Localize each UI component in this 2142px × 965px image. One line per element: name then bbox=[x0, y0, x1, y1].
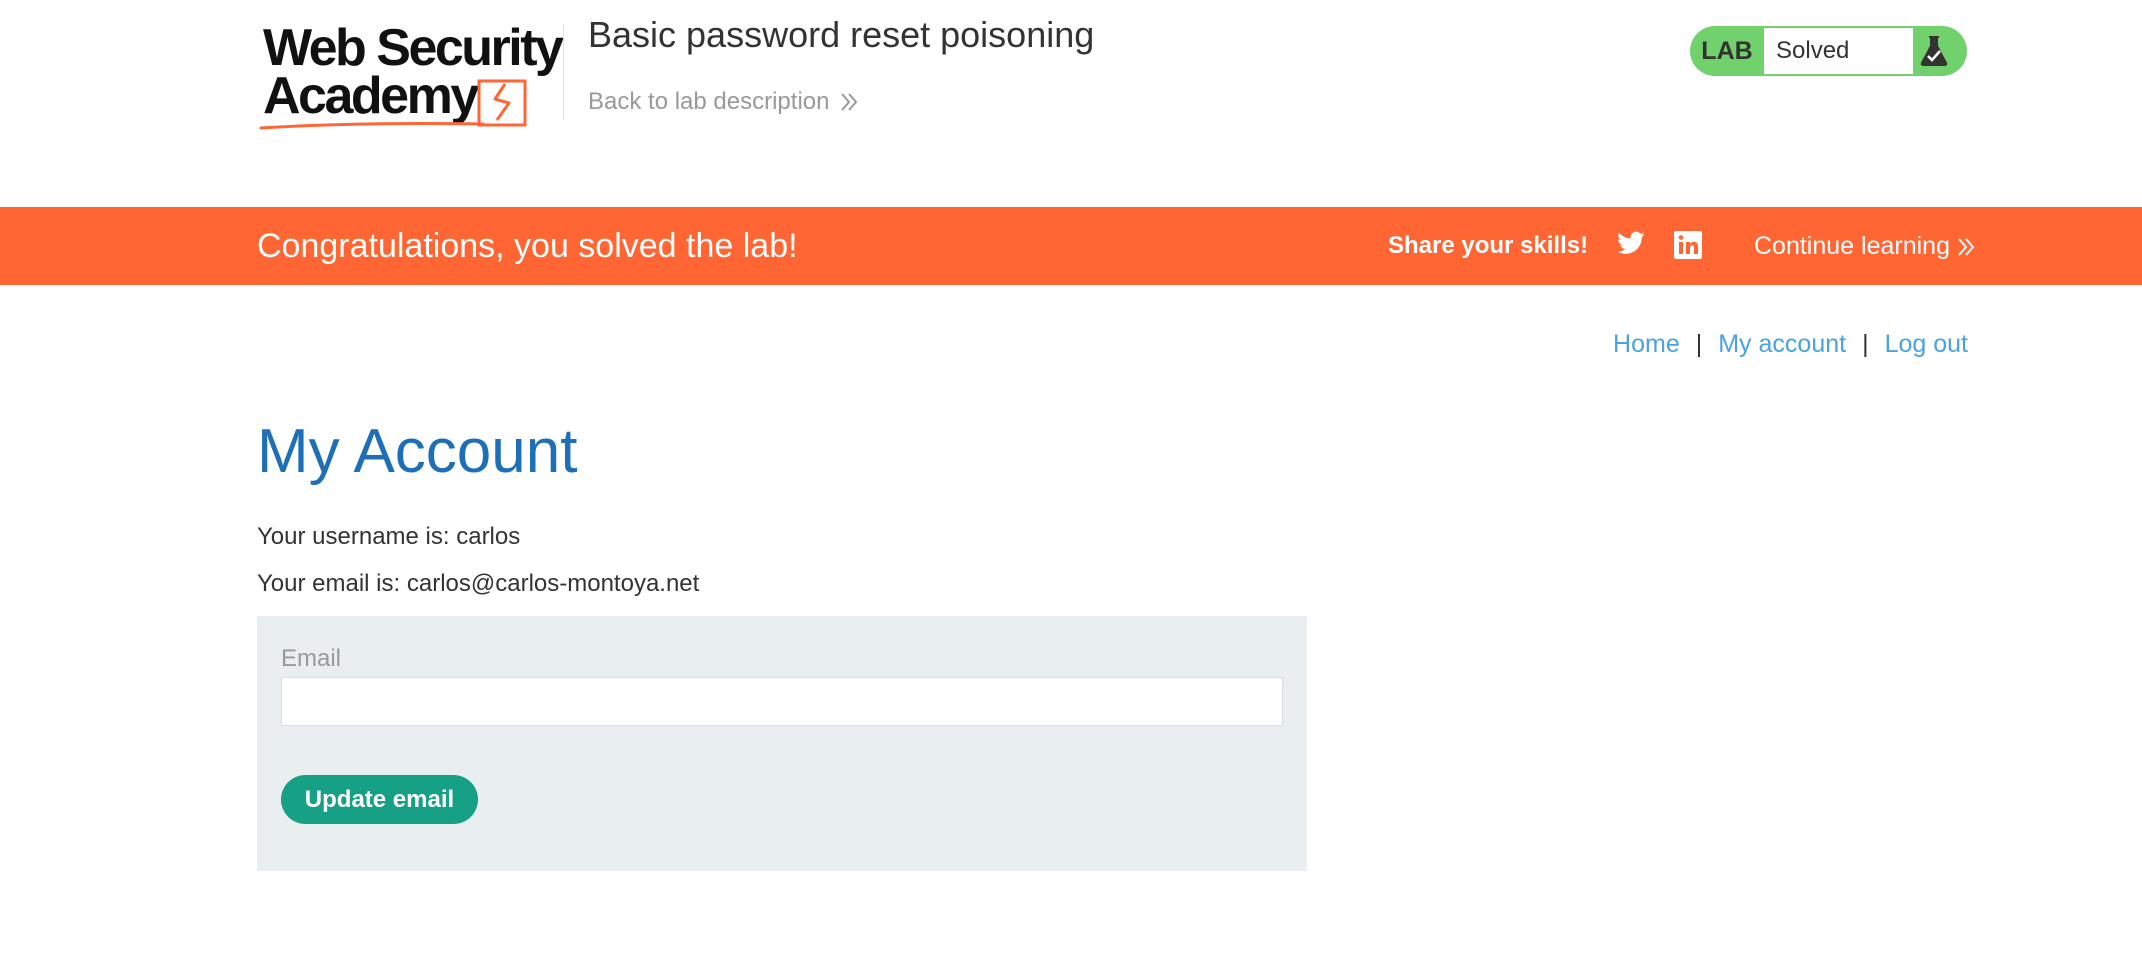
logo-bolt-icon bbox=[259, 79, 527, 130]
nav-home-link[interactable]: Home bbox=[1613, 330, 1680, 359]
email-label: Email bbox=[281, 645, 342, 672]
twitter-icon[interactable] bbox=[1616, 231, 1646, 259]
back-to-lab-description-link[interactable]: Back to lab description bbox=[588, 88, 859, 116]
header-divider bbox=[563, 24, 564, 120]
lab-badge-label: LAB bbox=[1701, 36, 1753, 65]
web-security-academy-logo[interactable]: Web Security Academy bbox=[257, 22, 564, 136]
username-text: Your username is: carlos bbox=[257, 523, 521, 550]
lab-status-badge: LAB Solved bbox=[1690, 26, 1967, 76]
linkedin-icon[interactable] bbox=[1674, 231, 1702, 259]
share-skills-label: Share your skills! bbox=[1388, 232, 1589, 259]
flask-icon bbox=[1920, 36, 1948, 66]
nav-log-out-link[interactable]: Log out bbox=[1885, 330, 1968, 359]
update-email-form: Email Update email bbox=[257, 616, 1307, 871]
email-input[interactable] bbox=[281, 677, 1283, 726]
back-link-label: Back to lab description bbox=[588, 88, 830, 115]
solved-banner: Congratulations, you solved the lab! Sha… bbox=[0, 207, 2142, 285]
email-text: Your email is: carlos@carlos-montoya.net bbox=[257, 570, 700, 597]
update-email-button[interactable]: Update email bbox=[281, 775, 478, 824]
top-nav: Home | My account | Log out bbox=[1613, 330, 1968, 359]
continue-learning-label: Continue learning bbox=[1754, 232, 1950, 260]
lab-badge-status: Solved bbox=[1764, 28, 1913, 74]
double-chevron-right-icon bbox=[841, 93, 858, 111]
congratulations-message: Congratulations, you solved the lab! bbox=[257, 227, 798, 265]
lab-title: Basic password reset poisoning bbox=[588, 14, 1095, 55]
nav-my-account-link[interactable]: My account bbox=[1718, 330, 1846, 359]
page-title: My Account bbox=[257, 417, 578, 486]
nav-separator: | bbox=[1862, 330, 1869, 358]
nav-separator: | bbox=[1695, 330, 1703, 358]
double-chevron-right-icon bbox=[1958, 237, 1975, 256]
continue-learning-link[interactable]: Continue learning bbox=[1754, 232, 1976, 261]
header: Web Security Academy Basic password rese… bbox=[0, 0, 2142, 207]
